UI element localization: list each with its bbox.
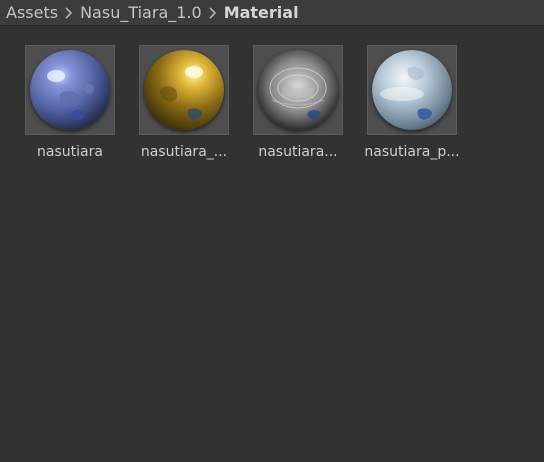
asset-label: nasutiara_...	[140, 144, 228, 160]
asset-label: nasutiara	[37, 144, 103, 160]
chevron-right-icon	[204, 4, 222, 22]
breadcrumb-item-material[interactable]: Material	[224, 3, 299, 22]
asset-thumbnail	[25, 45, 115, 135]
asset-label: nasutiara_p...	[364, 144, 460, 160]
material-sphere-gold-icon	[144, 50, 224, 130]
asset-grid: nasutiara nasutiara_... nasutiara... nas…	[0, 27, 544, 462]
asset-item-material[interactable]: nasutiara_p...	[355, 45, 469, 169]
breadcrumb-item-assets[interactable]: Assets	[6, 3, 58, 22]
asset-thumbnail	[253, 45, 343, 135]
asset-label: nasutiara...	[258, 144, 338, 160]
asset-thumbnail	[139, 45, 229, 135]
breadcrumb: Assets Nasu_Tiara_1.0 Material	[0, 0, 544, 26]
breadcrumb-item-nasu-tiara[interactable]: Nasu_Tiara_1.0	[80, 3, 202, 22]
material-sphere-chrome-icon	[258, 50, 338, 130]
chevron-right-icon	[60, 4, 78, 22]
material-sphere-pearl-icon	[372, 50, 452, 130]
material-sphere-blue-icon	[30, 50, 110, 130]
asset-item-material[interactable]: nasutiara	[13, 45, 127, 169]
asset-item-material[interactable]: nasutiara_...	[127, 45, 241, 169]
asset-thumbnail	[367, 45, 457, 135]
asset-item-material[interactable]: nasutiara...	[241, 45, 355, 169]
